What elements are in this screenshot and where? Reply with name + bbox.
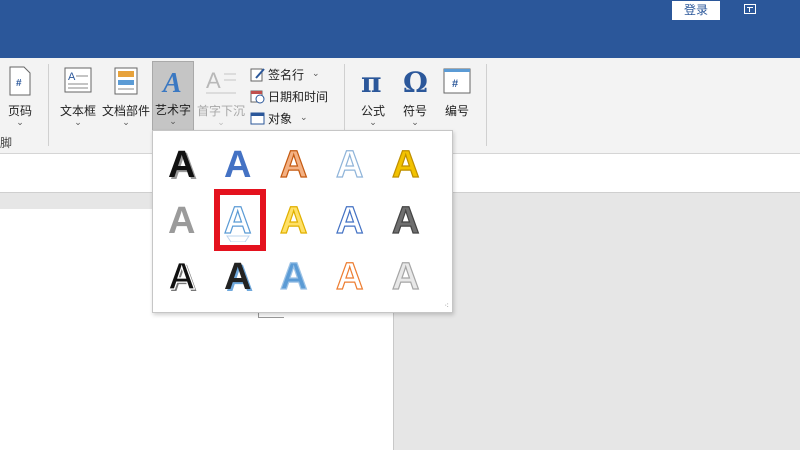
svg-text:A: A [168,200,195,242]
page-number-button[interactable]: # 页码 ⌄ [2,62,38,132]
chevron-down-icon: ⌄ [122,118,130,128]
svg-text:A: A [168,144,195,186]
wordart-label: 艺术字 [154,103,191,117]
svg-text:A: A [392,200,419,242]
number-button[interactable]: # 编号 [437,62,477,132]
svg-text:π: π [361,66,382,96]
svg-text:A: A [68,71,76,83]
svg-text:A: A [280,144,307,186]
date-time-button[interactable]: 日期和时间 [250,86,328,106]
svg-text:A: A [336,256,363,298]
wordart-style-15[interactable]: A [383,252,429,298]
chevron-down-icon: ⌄ [74,118,82,128]
group-separator [48,64,49,146]
object-icon [250,111,265,126]
symbol-label: 符号 [402,104,427,118]
quick-parts-button[interactable]: 文档部件 ⌄ [101,62,151,132]
number-label: 编号 [444,104,469,118]
chevron-down-icon: ⌄ [369,118,377,128]
svg-text:A: A [206,68,221,93]
wordart-style-5[interactable]: A [383,140,429,186]
svg-text:Ω: Ω [403,66,428,96]
text-box-label: 文本框 [59,104,96,118]
chevron-down-icon: ⌄ [217,118,225,128]
signature-line-button[interactable]: 签名行 ⌄ [250,64,320,84]
omega-icon: Ω [403,66,428,96]
chevron-down-icon: ⌄ [16,118,24,128]
svg-text:#: # [16,78,22,89]
svg-text:A: A [392,144,419,186]
svg-text:A: A [168,256,195,298]
wordart-style-10[interactable]: A [383,196,429,242]
calendar-clock-icon [250,89,265,104]
number-icon: # [443,68,471,94]
wordart-style-2[interactable]: A [215,140,261,186]
group-separator [486,64,487,146]
svg-text:A: A [392,256,419,298]
highlight-box [214,189,266,251]
drop-cap-button[interactable]: A 首字下沉 ⌄ [196,62,246,132]
wordart-style-9[interactable]: A [327,196,373,242]
svg-text:A: A [161,68,182,96]
svg-text:A: A [280,256,307,298]
wordart-style-12[interactable]: AA [215,252,261,298]
symbol-button[interactable]: Ω 符号 ⌄ [395,62,435,132]
chevron-down-icon: ⌄ [300,113,308,123]
page-number-icon: # [9,66,31,96]
drop-cap-icon: A [206,68,236,94]
quick-parts-icon [114,67,138,95]
equation-button[interactable]: π 公式 ⌄ [352,62,394,132]
chevron-down-icon: ⌄ [312,69,320,79]
wordart-gallery: AAAAAAAAAAAAAAAAAA ⁖ [152,130,453,313]
text-box-button[interactable]: A 文本框 ⌄ [56,62,100,132]
pi-icon: π [361,66,382,96]
object-label: 对象 [268,111,293,126]
wordart-style-4[interactable]: A [327,140,373,186]
resize-grip-icon[interactable]: ⁖ [444,301,449,310]
wordart-style-11[interactable]: AA [159,252,205,298]
date-time-label: 日期和时间 [268,89,329,104]
login-button[interactable]: 登录 [672,1,720,20]
equation-label: 公式 [360,104,385,118]
wordart-style-1[interactable]: AA [159,140,205,186]
title-bar: 登录 [0,0,800,58]
quick-parts-label: 文档部件 [101,104,150,118]
signature-pen-icon [250,67,265,82]
wordart-style-14[interactable]: A [327,252,373,298]
svg-text:A: A [336,200,363,242]
svg-text:#: # [452,78,458,90]
ribbon-display-options-icon[interactable] [744,4,756,14]
svg-text:A: A [280,200,307,242]
drop-cap-label: 首字下沉 [196,104,245,118]
wordart-button[interactable]: A 艺术字 ⌄ [152,61,194,133]
page-number-label: 页码 [7,104,32,118]
svg-text:A: A [224,256,251,298]
object-button[interactable]: 对象 ⌄ [250,108,308,128]
wordart-style-3[interactable]: A [271,140,317,186]
group-label-header-footer: 脚 [0,136,13,150]
wordart-style-13[interactable]: A [271,252,317,298]
svg-text:A: A [224,144,251,186]
wordart-icon: A [161,68,182,96]
chevron-down-icon: ⌄ [411,118,419,128]
svg-text:A: A [336,144,363,186]
wordart-style-6[interactable]: A [159,196,205,242]
text-box-icon: A [64,67,92,93]
signature-line-label: 签名行 [268,67,305,82]
wordart-style-8[interactable]: A [271,196,317,242]
chevron-down-icon: ⌄ [169,117,177,127]
